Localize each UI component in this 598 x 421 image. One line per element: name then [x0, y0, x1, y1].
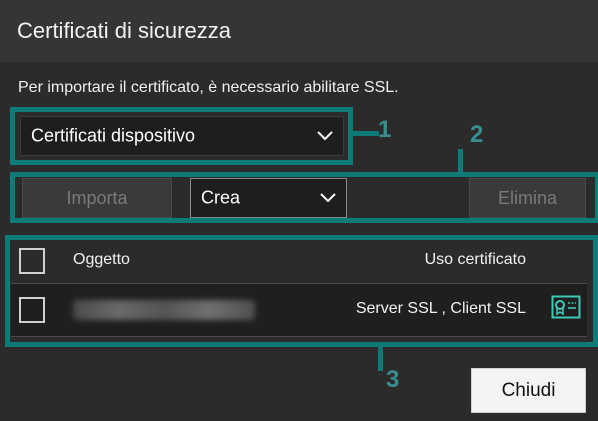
- column-header-usage[interactable]: Uso certificato: [425, 251, 526, 269]
- certificate-source-value: Certificati dispositivo: [31, 125, 196, 146]
- dialog-title: Certificati di sicurezza: [17, 18, 231, 43]
- column-header-object[interactable]: Oggetto: [73, 251, 130, 269]
- table-row[interactable]: Server SSL , Client SSL: [11, 283, 587, 337]
- annotation-number-1: 1: [378, 116, 392, 143]
- create-dropdown[interactable]: Crea: [190, 178, 347, 218]
- row-checkbox[interactable]: [19, 297, 45, 323]
- ssl-notice: Per importare il certificato, è necessar…: [18, 79, 399, 96]
- chevron-down-icon: [317, 131, 333, 141]
- annotation-number-3: 3: [386, 366, 400, 393]
- table-header: Oggetto Uso certificato: [11, 240, 587, 282]
- import-button[interactable]: Importa: [22, 178, 172, 218]
- certificate-source-dropdown[interactable]: Certificati dispositivo: [20, 116, 344, 156]
- annotation-line-3: [378, 345, 383, 371]
- certificate-icon[interactable]: [551, 295, 581, 319]
- usage-cell: Server SSL , Client SSL: [355, 300, 526, 317]
- annotation-number-2: 2: [470, 121, 484, 148]
- create-dropdown-label: Crea: [201, 187, 241, 208]
- object-cell-redacted: [73, 300, 255, 320]
- certificate-table: Oggetto Uso certificato Server SSL , Cli…: [11, 240, 587, 340]
- dialog-title-bar: Certificati di sicurezza: [0, 0, 598, 62]
- annotation-line-2: [458, 149, 463, 177]
- close-button[interactable]: Chiudi: [471, 368, 586, 413]
- delete-button[interactable]: Elimina: [469, 178, 586, 218]
- chevron-down-icon: [320, 193, 336, 203]
- select-all-checkbox[interactable]: [19, 248, 45, 274]
- annotation-line-1: [353, 131, 379, 136]
